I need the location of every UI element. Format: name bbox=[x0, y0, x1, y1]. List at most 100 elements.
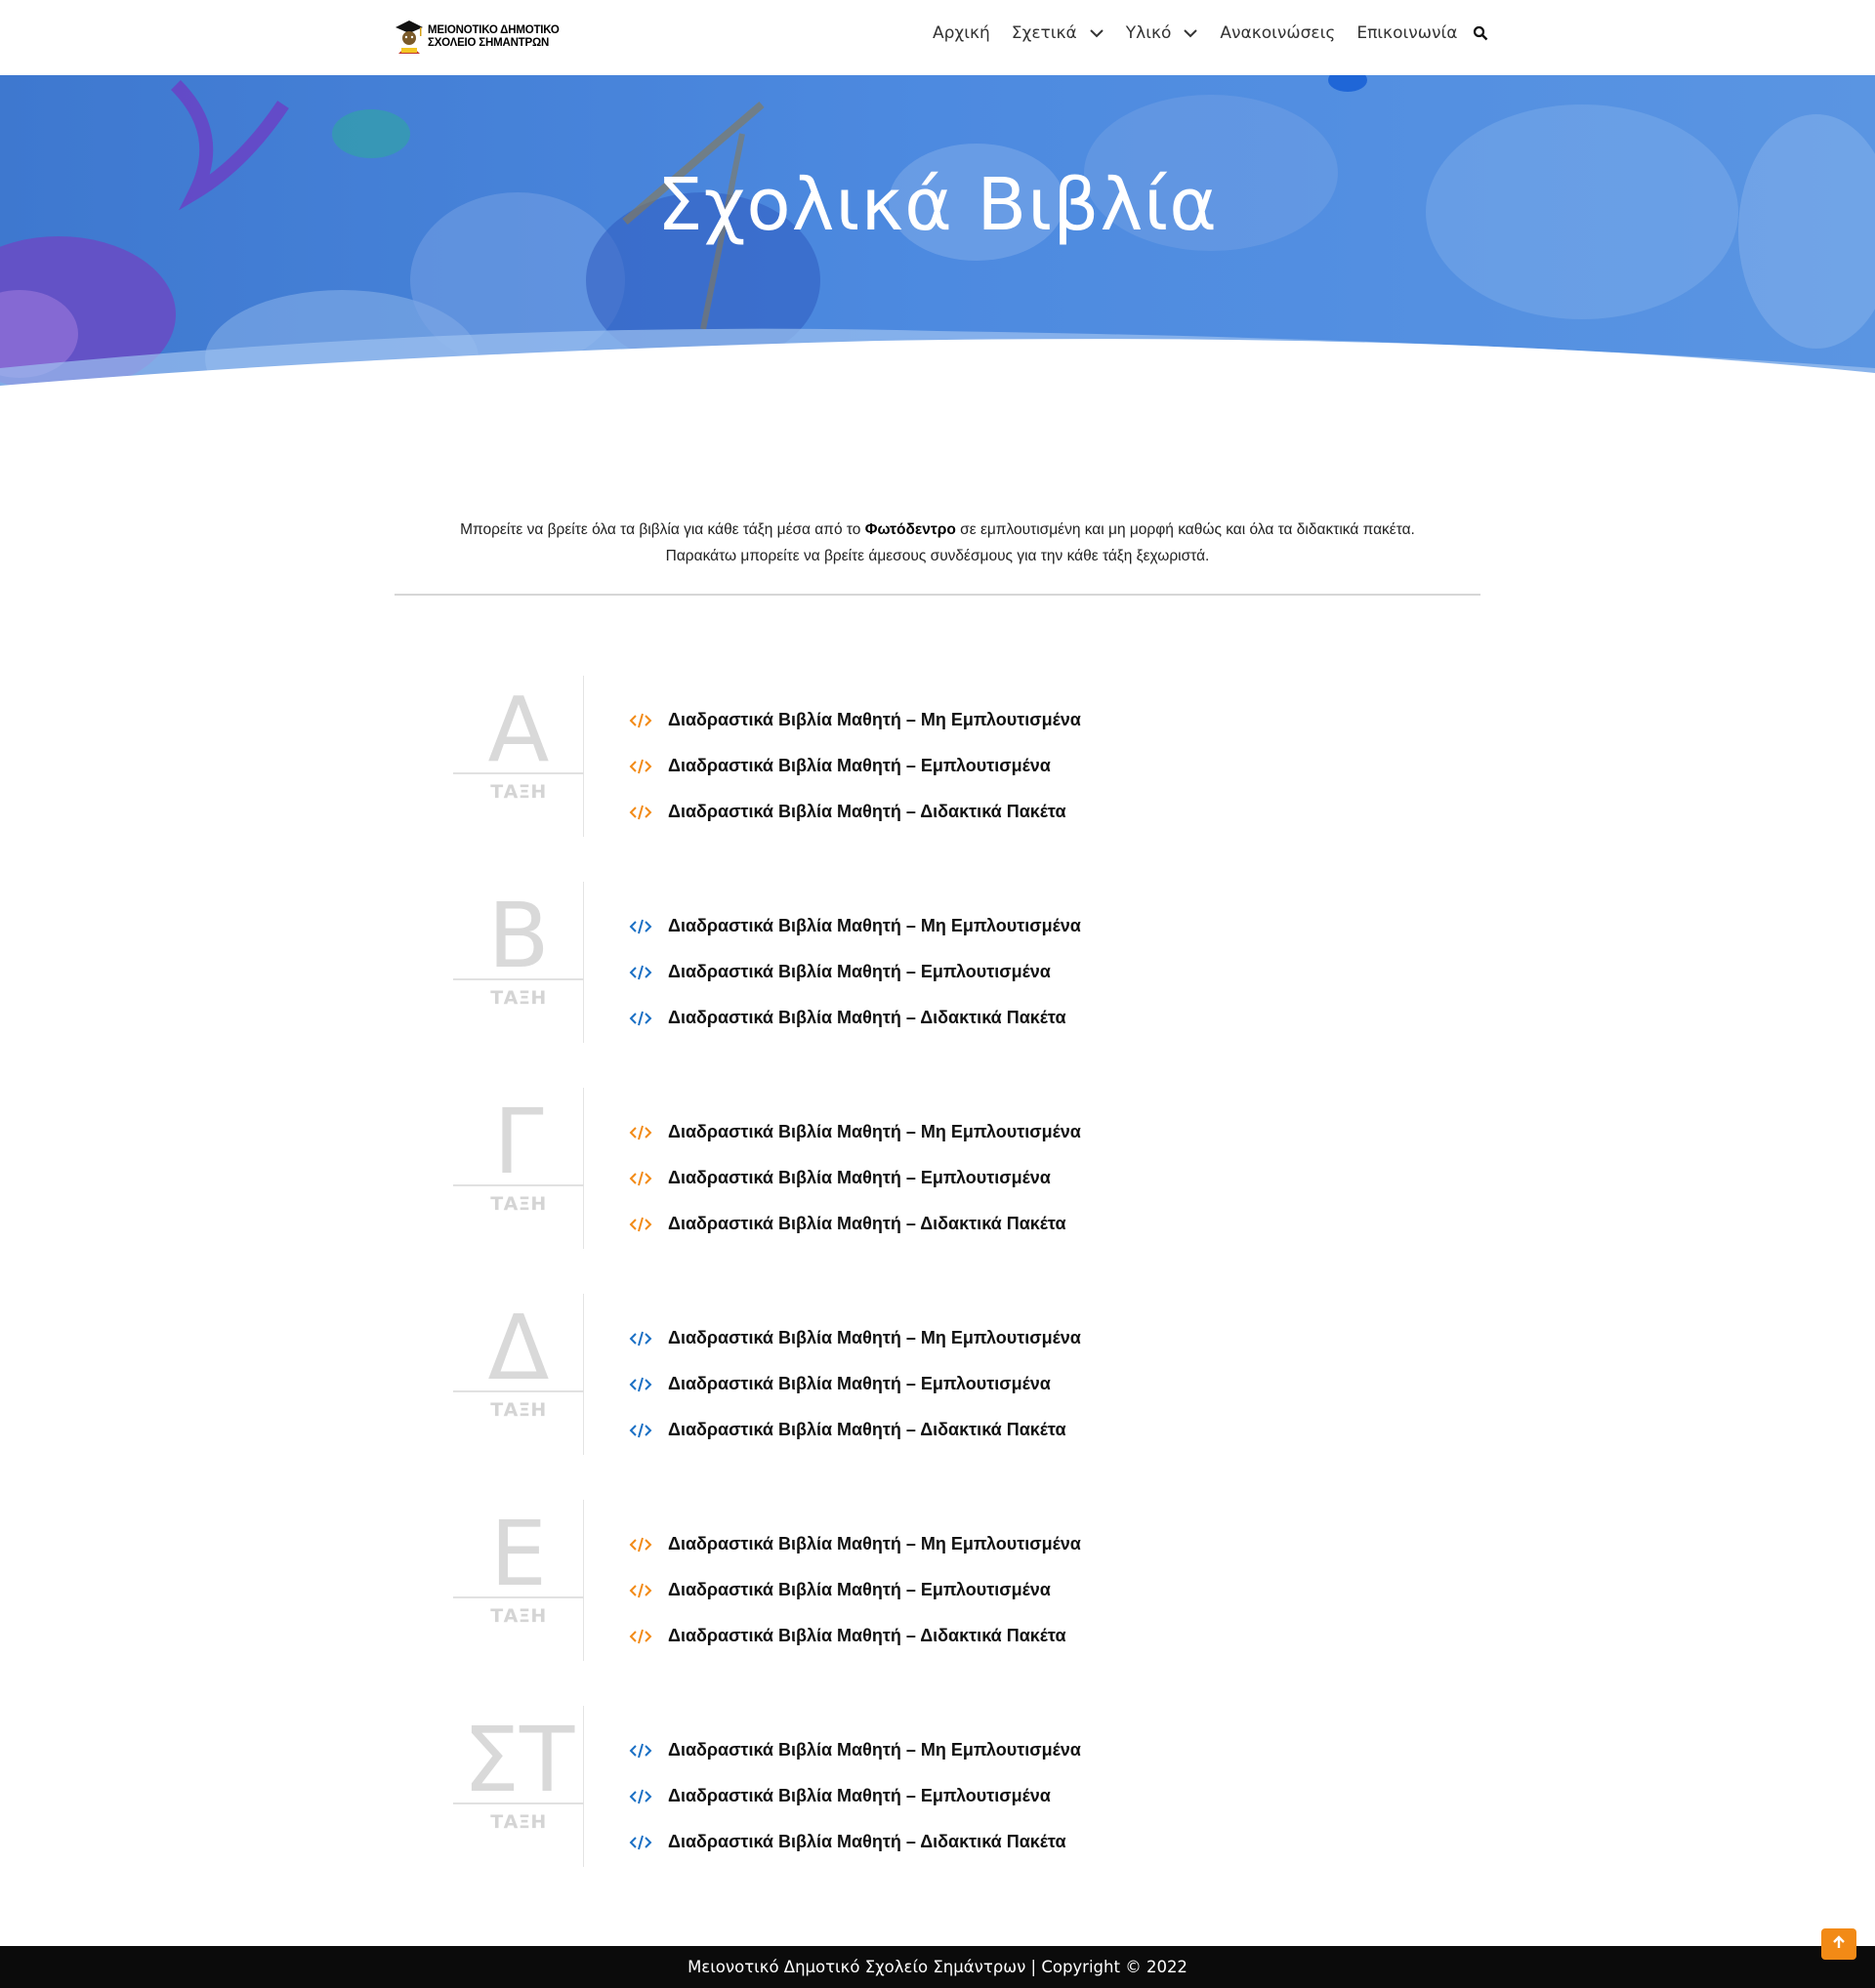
class-label: ΤΑΞΗ bbox=[490, 1193, 547, 1215]
class-section: Ε ΤΑΞΗ Διαδραστικά Βιβλία Μαθητή – Μη Εμπλ… bbox=[453, 1500, 1137, 1661]
book-link[interactable]: Διαδραστικά Βιβλία Μαθητή – Διδακτικά Πα… bbox=[629, 1613, 1081, 1659]
book-link-label: Διαδραστικά Βιβλία Μαθητή – Διδακτικά Πα… bbox=[668, 1214, 1066, 1233]
code-icon bbox=[629, 758, 652, 775]
book-link-label: Διαδραστικά Βιβλία Μαθητή – Εμπλουτισμέν… bbox=[668, 756, 1051, 775]
class-letter: Ε bbox=[489, 1502, 548, 1606]
book-link[interactable]: Διαδραστικά Βιβλία Μαθητή – Διδακτικά Πα… bbox=[629, 789, 1081, 835]
code-icon bbox=[629, 1422, 652, 1439]
chevron-down-icon bbox=[1183, 25, 1198, 41]
class-letter: Β bbox=[487, 884, 550, 988]
book-link-label: Διαδραστικά Βιβλία Μαθητή – Μη Εμπλουτισ… bbox=[668, 1328, 1081, 1347]
book-link-label: Διαδραστικά Βιβλία Μαθητή – Μη Εμπλουτισ… bbox=[668, 710, 1081, 729]
nav-item-contact[interactable]: Επικοινωνία bbox=[1356, 23, 1457, 43]
book-link-label: Διαδραστικά Βιβλία Μαθητή – Εμπλουτισμέν… bbox=[668, 1580, 1051, 1599]
class-section: Β ΤΑΞΗ Διαδραστικά Βιβλία Μαθητή – Μη Εμπλ… bbox=[453, 882, 1137, 1043]
site-logo[interactable]: ΜΕΙΟΝΟΤΙΚΟ ΔΗΜΟΤΙΚΟ ΣΧΟΛΕΙΟ ΣΗΜΑΝΤΡΩΝ bbox=[395, 18, 560, 57]
book-link[interactable]: Διαδραστικά Βιβλία Μαθητή – Εμπλουτισμέν… bbox=[629, 949, 1081, 995]
nav-label: Αρχική bbox=[933, 23, 990, 43]
book-link-label: Διαδραστικά Βιβλία Μαθητή – Μη Εμπλουτισ… bbox=[668, 1534, 1081, 1553]
search-icon[interactable] bbox=[1473, 25, 1488, 41]
intro-line-1-start: Μπορείτε να βρείτε όλα τα βιβλία για κάθ… bbox=[460, 521, 865, 538]
intro-line-1: Μπορείτε να βρείτε όλα τα βιβλία για κάθ… bbox=[395, 517, 1480, 543]
book-link[interactable]: Διαδραστικά Βιβλία Μαθητή – Μη Εμπλουτισ… bbox=[629, 1521, 1081, 1567]
book-link-label: Διαδραστικά Βιβλία Μαθητή – Μη Εμπλουτισ… bbox=[668, 916, 1081, 935]
site-header: ΜΕΙΟΝΟΤΙΚΟ ΔΗΜΟΤΙΚΟ ΣΧΟΛΕΙΟ ΣΗΜΑΝΤΡΩΝ Αρ… bbox=[0, 0, 1875, 75]
book-link[interactable]: Διαδραστικά Βιβλία Μαθητή – Μη Εμπλουτισ… bbox=[629, 1315, 1081, 1361]
book-link[interactable]: Διαδραστικά Βιβλία Μαθητή – Εμπλουτισμέν… bbox=[629, 743, 1081, 789]
book-link[interactable]: Διαδραστικά Βιβλία Μαθητή – Εμπλουτισμέν… bbox=[629, 1155, 1081, 1201]
logo-line-2: ΣΧΟΛΕΙΟ ΣΗΜΑΝΤΡΩΝ bbox=[428, 37, 550, 49]
code-icon bbox=[629, 1330, 652, 1347]
class-letter: Δ bbox=[487, 1296, 550, 1400]
code-icon bbox=[629, 1010, 652, 1027]
code-icon bbox=[629, 1170, 652, 1187]
main-nav: Αρχική Σχετικά Υλικό Ανακοινώσεις Επικοι… bbox=[933, 23, 1488, 43]
book-link[interactable]: Διαδραστικά Βιβλία Μαθητή – Εμπλουτισμέν… bbox=[629, 1361, 1081, 1407]
book-link-label: Διαδραστικά Βιβλία Μαθητή – Διδακτικά Πα… bbox=[668, 1420, 1066, 1439]
class-badge: Δ ΤΑΞΗ bbox=[453, 1294, 584, 1455]
book-link[interactable]: Διαδραστικά Βιβλία Μαθητή – Διδακτικά Πα… bbox=[629, 995, 1081, 1041]
book-link-label: Διαδραστικά Βιβλία Μαθητή – Εμπλουτισμέν… bbox=[668, 962, 1051, 981]
hero-banner: Σχολικά Βιβλία bbox=[0, 75, 1875, 397]
class-label: ΤΑΞΗ bbox=[490, 1811, 547, 1833]
code-icon bbox=[629, 1834, 652, 1851]
class-label: ΤΑΞΗ bbox=[490, 1605, 547, 1627]
class-badge-divider bbox=[453, 772, 584, 774]
class-label: ΤΑΞΗ bbox=[490, 987, 547, 1009]
code-icon bbox=[629, 712, 652, 729]
back-to-top-button[interactable] bbox=[1821, 1928, 1856, 1960]
book-links: Διαδραστικά Βιβλία Μαθητή – Μη Εμπλουτισ… bbox=[629, 1521, 1081, 1659]
code-icon bbox=[629, 918, 652, 935]
class-label: ΤΑΞΗ bbox=[490, 781, 547, 803]
logo-text: ΜΕΙΟΝΟΤΙΚΟ ΔΗΜΟΤΙΚΟ ΣΧΟΛΕΙΟ ΣΗΜΑΝΤΡΩΝ bbox=[428, 24, 560, 50]
book-link[interactable]: Διαδραστικά Βιβλία Μαθητή – Διδακτικά Πα… bbox=[629, 1407, 1081, 1453]
book-link-label: Διαδραστικά Βιβλία Μαθητή – Διδακτικά Πα… bbox=[668, 1008, 1066, 1027]
class-section: ΣΤ ΤΑΞΗ Διαδραστικά Βιβλία Μαθητή – Μη Εμπ… bbox=[453, 1706, 1137, 1867]
book-link[interactable]: Διαδραστικά Βιβλία Μαθητή – Διδακτικά Πα… bbox=[629, 1819, 1081, 1865]
nav-item-home[interactable]: Αρχική bbox=[933, 23, 990, 43]
class-letter: Γ bbox=[493, 1090, 544, 1194]
class-section: Γ ΤΑΞΗ Διαδραστικά Βιβλία Μαθητή – Μη Εμπλ… bbox=[453, 1088, 1137, 1249]
book-link-label: Διαδραστικά Βιβλία Μαθητή – Διδακτικά Πα… bbox=[668, 802, 1066, 821]
book-link-label: Διαδραστικά Βιβλία Μαθητή – Διδακτικά Πα… bbox=[668, 1832, 1066, 1851]
book-links: Διαδραστικά Βιβλία Μαθητή – Μη Εμπλουτισ… bbox=[629, 1315, 1081, 1453]
footer-copyright: Μειονοτικό Δημοτικό Σχολείο Σημάντρων | … bbox=[688, 1958, 1188, 1976]
class-letter: ΣΤ bbox=[462, 1708, 575, 1812]
book-link[interactable]: Διαδραστικά Βιβλία Μαθητή – Μη Εμπλουτισ… bbox=[629, 1109, 1081, 1155]
code-icon bbox=[629, 964, 652, 981]
nav-label: Επικοινωνία bbox=[1356, 23, 1458, 43]
nav-item-announcements[interactable]: Ανακοινώσεις bbox=[1220, 23, 1335, 43]
nav-item-about[interactable]: Σχετικά bbox=[1012, 23, 1104, 43]
photodentro-link: Φωτόδεντρο bbox=[864, 521, 956, 538]
book-link-label: Διαδραστικά Βιβλία Μαθητή – Διδακτικά Πα… bbox=[668, 1626, 1066, 1645]
intro-line-2: Παρακάτω μπορείτε να βρείτε άμεσους συνδ… bbox=[665, 548, 1210, 564]
page-title: Σχολικά Βιβλία bbox=[656, 163, 1219, 247]
code-icon bbox=[629, 1628, 652, 1645]
chevron-down-icon bbox=[1089, 25, 1104, 41]
nav-label: Ανακοινώσεις bbox=[1220, 23, 1336, 43]
school-emblem-icon bbox=[395, 19, 424, 56]
book-link[interactable]: Διαδραστικά Βιβλία Μαθητή – Διδακτικά Πα… bbox=[629, 1201, 1081, 1247]
class-badge-divider bbox=[453, 1390, 584, 1392]
book-link[interactable]: Διαδραστικά Βιβλία Μαθητή – Μη Εμπλουτισ… bbox=[629, 1727, 1081, 1773]
book-links: Διαδραστικά Βιβλία Μαθητή – Μη Εμπλουτισ… bbox=[629, 697, 1081, 835]
book-link[interactable]: Διαδραστικά Βιβλία Μαθητή – Μη Εμπλουτισ… bbox=[629, 697, 1081, 743]
class-badge-divider bbox=[453, 1802, 584, 1804]
code-icon bbox=[629, 1788, 652, 1805]
book-link[interactable]: Διαδραστικά Βιβλία Μαθητή – Εμπλουτισμέν… bbox=[629, 1773, 1081, 1819]
class-section: Δ ΤΑΞΗ Διαδραστικά Βιβλία Μαθητή – Μη Εμπλ… bbox=[453, 1294, 1137, 1455]
code-icon bbox=[629, 1536, 652, 1553]
book-link-label: Διαδραστικά Βιβλία Μαθητή – Μη Εμπλουτισ… bbox=[668, 1740, 1081, 1760]
class-badge: ΣΤ ΤΑΞΗ bbox=[453, 1706, 584, 1867]
arrow-up-icon bbox=[1831, 1934, 1847, 1955]
intro-line-1-end: σε εμπλουτισμένη και μη μορφή καθώς και … bbox=[955, 521, 1415, 538]
class-badge-divider bbox=[453, 1184, 584, 1186]
book-link[interactable]: Διαδραστικά Βιβλία Μαθητή – Εμπλουτισμέν… bbox=[629, 1567, 1081, 1613]
nav-item-material[interactable]: Υλικό bbox=[1126, 23, 1199, 43]
code-icon bbox=[629, 1216, 652, 1233]
code-icon bbox=[629, 804, 652, 821]
book-link[interactable]: Διαδραστικά Βιβλία Μαθητή – Μη Εμπλουτισ… bbox=[629, 903, 1081, 949]
class-letter: Α bbox=[487, 678, 550, 782]
nav-label: Υλικό bbox=[1125, 23, 1172, 43]
logo-line-1: ΜΕΙΟΝΟΤΙΚΟ ΔΗΜΟΤΙΚΟ bbox=[428, 24, 560, 36]
